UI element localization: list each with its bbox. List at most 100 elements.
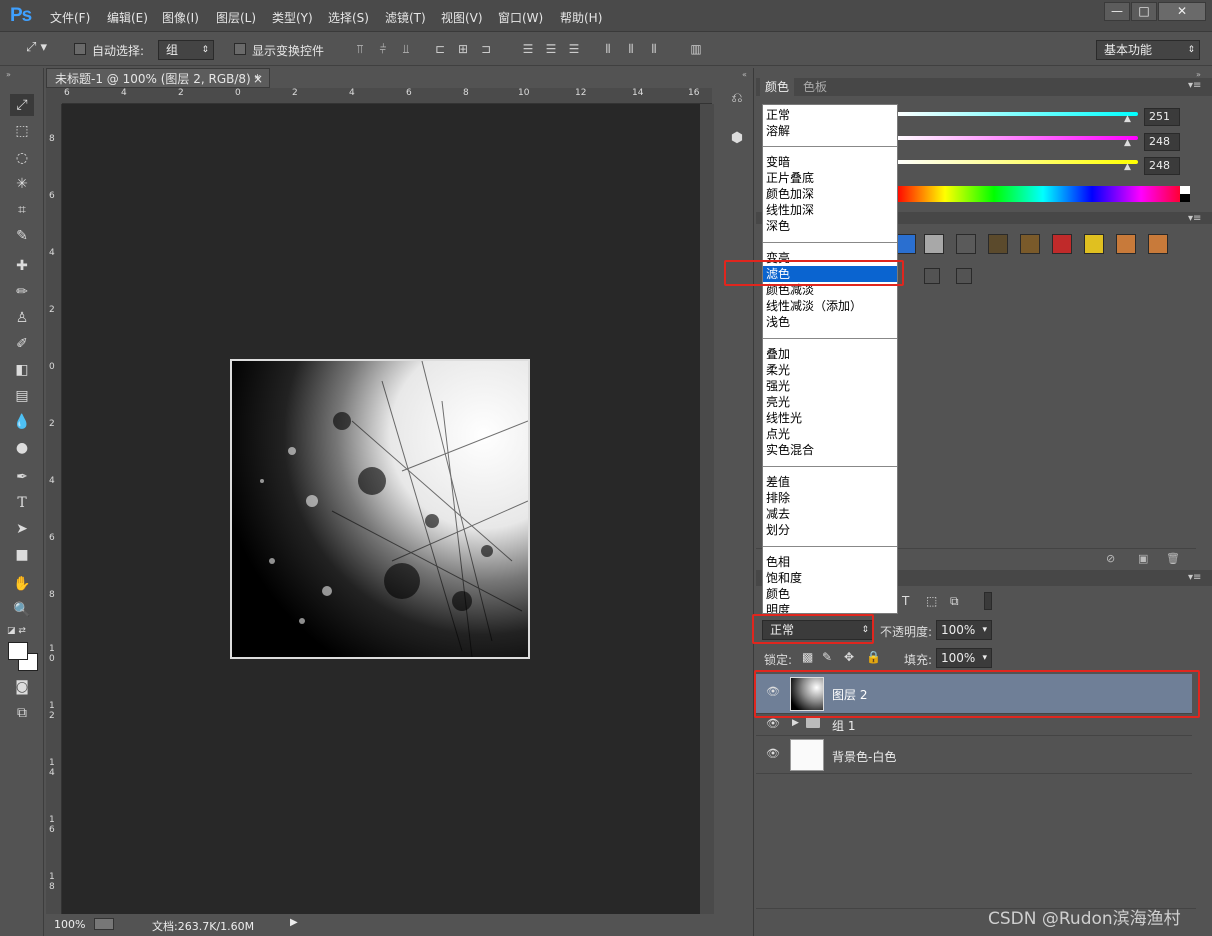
tab-color[interactable]: 颜色 xyxy=(760,78,795,96)
screen-mode-icon[interactable]: ⧉ xyxy=(10,702,34,724)
lasso-tool-icon[interactable]: ◌ xyxy=(10,147,34,169)
filter-toggle[interactable] xyxy=(984,592,992,610)
workspace-dropdown[interactable]: 基本功能 ⇕ xyxy=(1096,40,1200,60)
distribute-bottom-icon[interactable]: ☰ xyxy=(566,41,582,57)
move-tool-preset-icon[interactable]: ⤢ ▾ xyxy=(26,40,47,55)
lock-position-icon[interactable]: ✥ xyxy=(844,650,854,664)
blend-option[interactable]: 实色混合 xyxy=(763,442,897,458)
adjust-swatch[interactable] xyxy=(896,234,916,254)
slider-handle-icon[interactable]: ▲ xyxy=(1124,162,1131,172)
properties-panel-icon[interactable]: ⬢ xyxy=(726,130,748,152)
expand-icon[interactable]: « xyxy=(742,70,747,79)
eye-icon[interactable]: 👁 xyxy=(766,717,780,731)
healing-brush-tool-icon[interactable]: ✚ xyxy=(10,255,34,277)
close-button[interactable]: ✕ xyxy=(1158,2,1206,21)
adjust-swatch[interactable] xyxy=(1020,234,1040,254)
eraser-tool-icon[interactable]: ◧ xyxy=(10,359,34,381)
adjust-swatch[interactable] xyxy=(1116,234,1136,254)
layer-name[interactable]: 组 1 xyxy=(832,717,855,734)
menu-edit[interactable]: 编辑(E) xyxy=(107,9,148,26)
move-tool-icon[interactable]: ⤢ xyxy=(10,94,34,116)
blend-option[interactable]: 颜色 xyxy=(763,586,897,602)
align-top-icon[interactable]: ⫪ xyxy=(352,41,368,57)
blend-option[interactable]: 划分 xyxy=(763,522,897,538)
blend-option[interactable]: 溶解 xyxy=(763,123,897,139)
blend-option[interactable]: 浅色 xyxy=(763,314,897,330)
blend-option[interactable]: 排除 xyxy=(763,490,897,506)
blend-option[interactable]: 颜色加深 xyxy=(763,186,897,202)
blend-option[interactable]: 饱和度 xyxy=(763,570,897,586)
minimize-button[interactable]: — xyxy=(1104,2,1130,21)
blend-option[interactable]: 叠加 xyxy=(763,346,897,362)
distribute-right-icon[interactable]: ⦀ xyxy=(646,41,662,57)
adjust-swatch[interactable] xyxy=(1084,234,1104,254)
status-menu-arrow-icon[interactable]: ▶ xyxy=(290,917,298,928)
blend-option[interactable]: 变暗 xyxy=(763,154,897,170)
menu-image[interactable]: 图像(I) xyxy=(162,9,199,26)
menu-file[interactable]: 文件(F) xyxy=(50,9,90,26)
distribute-left-icon[interactable]: ⦀ xyxy=(600,41,616,57)
adjust-swatch[interactable] xyxy=(1052,234,1072,254)
magenta-slider[interactable] xyxy=(896,136,1138,140)
slider-handle-icon[interactable]: ▲ xyxy=(1124,114,1131,124)
blend-option[interactable]: 明度 xyxy=(763,602,897,613)
brush-tool-icon[interactable]: ✏ xyxy=(10,281,34,303)
blend-option[interactable]: 正片叠底 xyxy=(763,170,897,186)
hand-tool-icon[interactable]: ✋ xyxy=(10,573,34,595)
auto-select-dropdown[interactable]: 组 ⇕ xyxy=(158,40,214,60)
ruler-origin[interactable] xyxy=(46,88,62,104)
lock-transparent-icon[interactable]: ▩ xyxy=(802,650,813,664)
lock-brush-icon[interactable]: ✎ xyxy=(822,650,832,664)
adjust-swatch[interactable] xyxy=(1148,234,1168,254)
eye-icon[interactable]: 👁 xyxy=(766,747,780,761)
slider-handle-icon[interactable]: ▲ xyxy=(1124,138,1131,148)
yellow-value[interactable]: 248 xyxy=(1144,157,1180,175)
distribute-vcenter-icon[interactable]: ☰ xyxy=(543,41,559,57)
magenta-value[interactable]: 248 xyxy=(1144,133,1180,151)
close-document-icon[interactable]: × xyxy=(253,69,263,89)
adjust-swatch[interactable] xyxy=(924,234,944,254)
vertical-scrollbar[interactable] xyxy=(700,104,714,914)
black-sample[interactable] xyxy=(1180,194,1190,202)
blend-option[interactable]: 正常 xyxy=(763,107,897,123)
clone-stamp-tool-icon[interactable]: ♙ xyxy=(10,307,34,329)
auto-align-icon[interactable]: ▥ xyxy=(688,41,704,57)
lock-all-icon[interactable]: 🔒 xyxy=(866,650,881,664)
blend-option[interactable]: 深色 xyxy=(763,218,897,234)
blend-option[interactable]: 线性减淡（添加） xyxy=(763,298,897,314)
menu-help[interactable]: 帮助(H) xyxy=(560,9,602,26)
color-spectrum-bar[interactable] xyxy=(896,186,1190,202)
adjust-swatch-small[interactable] xyxy=(924,268,940,284)
expand-group-icon[interactable]: ▶ xyxy=(792,718,799,728)
adjust-swatch[interactable] xyxy=(988,234,1008,254)
no-icon[interactable]: ⊘ xyxy=(1106,552,1115,565)
blend-option[interactable]: 线性光 xyxy=(763,410,897,426)
proof-icon[interactable] xyxy=(94,918,114,930)
menu-layer[interactable]: 图层(L) xyxy=(216,9,256,26)
align-hcenter-icon[interactable]: ⊞ xyxy=(455,41,471,57)
collapse-icon[interactable]: » xyxy=(6,70,11,79)
blend-option[interactable]: 亮光 xyxy=(763,394,897,410)
blend-option[interactable]: 柔光 xyxy=(763,362,897,378)
dodge-tool-icon[interactable]: ● xyxy=(10,437,34,459)
blend-option[interactable]: 减去 xyxy=(763,506,897,522)
blend-option[interactable]: 点光 xyxy=(763,426,897,442)
tab-swatches[interactable]: 色板 xyxy=(798,78,832,96)
pen-tool-icon[interactable]: ✒ xyxy=(10,466,34,488)
panel-menu-icon[interactable]: ▾≡ xyxy=(1188,213,1201,224)
menu-filter[interactable]: 滤镜(T) xyxy=(385,9,426,26)
default-colors-icon[interactable]: ◪ ⇄ xyxy=(7,626,26,636)
history-panel-icon[interactable]: ⎌ xyxy=(726,90,748,112)
panel-menu-icon[interactable]: ▾≡ xyxy=(1188,80,1201,91)
auto-select-checkbox[interactable] xyxy=(74,43,86,55)
marquee-tool-icon[interactable]: ⬚ xyxy=(10,120,34,142)
history-brush-tool-icon[interactable]: ✐ xyxy=(10,333,34,355)
foreground-color-swatch[interactable] xyxy=(8,642,28,660)
new-adjust-icon[interactable]: ▣ xyxy=(1138,552,1148,565)
yellow-slider[interactable] xyxy=(896,160,1138,164)
document-tab[interactable]: 未标题-1 @ 100% (图层 2, RGB/8) * × xyxy=(46,68,270,88)
trash-icon[interactable]: 🗑 xyxy=(1166,552,1180,565)
adjust-swatch-small[interactable] xyxy=(956,268,972,284)
cyan-value[interactable]: 251 xyxy=(1144,108,1180,126)
layer-name[interactable]: 背景色-白色 xyxy=(832,748,896,765)
